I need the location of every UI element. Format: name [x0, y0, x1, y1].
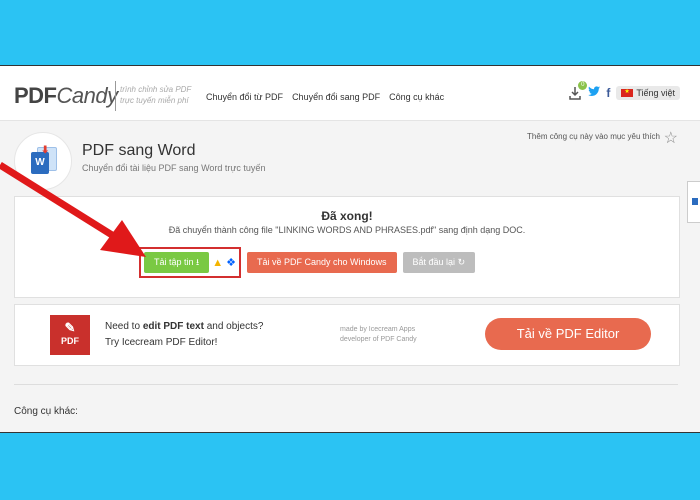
download-file-button[interactable]: Tải tập tin ⭳	[144, 252, 210, 273]
header-actions: 0 f Tiếng việt	[568, 81, 680, 100]
download-highlight-box: Tải tập tin ⭳ ▲ ❖	[139, 247, 241, 278]
page-title: PDF sang Word	[82, 142, 196, 159]
download-pdf-editor-button[interactable]: Tải về PDF Editor	[485, 318, 651, 350]
add-favorite-text[interactable]: Thêm công cụ này vào mục yêu thích	[527, 132, 660, 141]
result-box: Đã xong! Đã chuyển thành công file "LINK…	[14, 196, 680, 298]
download-count-badge: 0	[578, 81, 588, 90]
browser-page: PDFCandy trình chỉnh sửa PDF trực tuyến …	[0, 65, 700, 433]
restart-label: Bắt đầu lại	[412, 257, 456, 267]
site-header: PDFCandy trình chỉnh sửa PDF trực tuyến …	[0, 66, 700, 121]
page-subtitle: Chuyển đổi tài liệu PDF sang Word trực t…	[82, 163, 266, 173]
download-arrow-icon: ⭳	[196, 257, 200, 267]
made-by-text: made by Icecream Apps developer of PDF C…	[340, 326, 417, 343]
google-drive-icon[interactable]: ▲	[212, 257, 223, 269]
language-selector[interactable]: Tiếng việt	[616, 86, 680, 100]
nav-from-pdf[interactable]: Chuyển đổi từ PDF	[206, 92, 283, 102]
tagline: trình chỉnh sửa PDF trực tuyến miễn phí	[120, 85, 192, 105]
promo-line-2: Try Icecream PDF Editor!	[105, 337, 218, 348]
other-tools-label: Công cụ khác:	[14, 406, 78, 417]
restart-button[interactable]: Bắt đầu lại ↻	[402, 252, 476, 273]
result-actions: Tải tập tin ⭳ ▲ ❖ Tải về PDF Candy cho W…	[139, 247, 476, 278]
refresh-icon: ↻	[457, 257, 466, 267]
download-file-label: Tải tập tin	[154, 257, 194, 267]
pdf-editor-icon: ✎ PDF	[50, 315, 90, 355]
done-message: Đã chuyển thành công file "LINKING WORDS…	[168, 225, 526, 235]
dropbox-icon[interactable]: ❖	[226, 256, 236, 269]
pencil-icon: ✎	[64, 320, 76, 335]
promo-line-1: Need to edit PDF text and objects?	[105, 321, 264, 332]
pdf-to-word-icon: W ⬇	[31, 145, 57, 175]
download-windows-button[interactable]: Tải về PDF Candy cho Windows	[246, 252, 397, 273]
side-panel-tab[interactable]	[687, 181, 700, 223]
promo-box: ✎ PDF Need to edit PDF text and objects?…	[14, 304, 680, 366]
nav-to-pdf[interactable]: Chuyển đổi sang PDF	[292, 92, 380, 102]
main-nav: Chuyển đổi từ PDF Chuyển đổi sang PDF Cô…	[206, 92, 444, 102]
logo-candy: Candy	[56, 83, 119, 108]
done-heading: Đã xong!	[321, 209, 373, 223]
divider	[14, 384, 678, 385]
nav-other-tools[interactable]: Công cụ khác	[389, 92, 444, 102]
download-icon[interactable]: 0	[568, 81, 588, 100]
twitter-icon[interactable]	[588, 86, 601, 100]
logo[interactable]: PDFCandy	[14, 83, 118, 109]
language-label: Tiếng việt	[636, 88, 675, 98]
star-icon[interactable]: ☆	[664, 128, 678, 148]
facebook-icon[interactable]: f	[606, 86, 610, 100]
logo-pdf: PDF	[14, 83, 57, 108]
tool-icon-circle: W ⬇	[14, 132, 72, 190]
logo-separator	[115, 81, 116, 111]
vietnam-flag-icon	[621, 88, 634, 97]
